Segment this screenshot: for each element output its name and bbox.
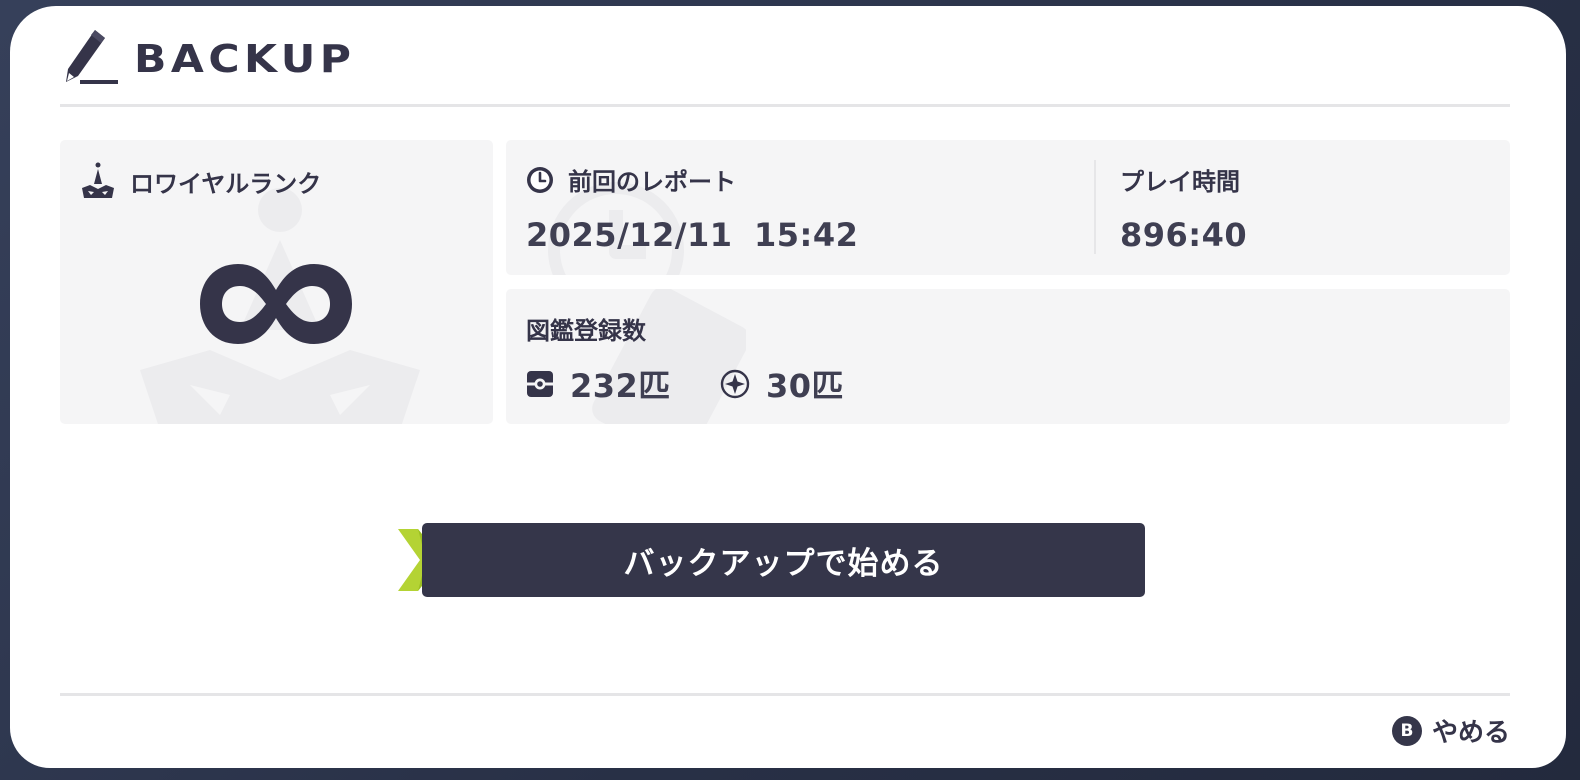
cancel-label: やめる xyxy=(1431,718,1510,748)
pokedex-icon xyxy=(527,371,553,397)
dialog-header: BACKUP xyxy=(60,24,351,94)
last-report-label: 前回のレポート xyxy=(568,168,736,196)
royal-rank-label: ロワイヤルランク xyxy=(130,169,322,198)
header-divider xyxy=(60,104,1510,107)
clock-icon xyxy=(527,166,553,193)
caught-count-value: 232匹 xyxy=(570,367,671,405)
playtime-heading: プレイ時間 xyxy=(1120,162,1240,197)
crown-icon xyxy=(82,162,114,198)
playtime-value: 896:40 xyxy=(1120,216,1248,254)
last-report-time: 15:42 xyxy=(754,216,859,254)
start-with-backup-label: バックアップで始める xyxy=(623,545,944,582)
royal-rank-panel: ロワイヤルランク xyxy=(60,140,493,424)
cancel-button[interactable]: B やめる xyxy=(1391,712,1510,749)
report-divider xyxy=(1094,160,1096,254)
start-with-backup-button[interactable]: バックアップで始める xyxy=(422,523,1145,597)
playtime-label: プレイ時間 xyxy=(1120,168,1240,196)
last-report-panel: 前回のレポート 2025/12/11 15:42 プレイ時間 896:40 xyxy=(506,140,1510,275)
pencil-icon xyxy=(66,30,118,84)
pokedex-label: 図鑑登録数 xyxy=(526,317,646,345)
pokedex-heading: 図鑑登録数 xyxy=(526,311,646,346)
sparkle-orb-icon xyxy=(720,369,750,399)
last-report-date: 2025/12/11 xyxy=(526,216,733,254)
b-button-icon: B xyxy=(1391,715,1422,746)
other-count-value: 30匹 xyxy=(766,367,845,405)
last-report-heading: 前回のレポート xyxy=(526,162,736,197)
royal-rank-heading: ロワイヤルランク xyxy=(80,162,321,200)
backup-dialog: BACKUP ロワイヤルランク 前回のレポート 2025/12/11 15:42… xyxy=(10,6,1566,768)
footer-divider xyxy=(60,693,1510,696)
dialog-title: BACKUP xyxy=(134,37,356,81)
caught-count: 232匹 xyxy=(526,361,671,407)
infinity-icon xyxy=(200,264,352,344)
other-count: 30匹 xyxy=(720,361,844,407)
pokedex-panel: 図鑑登録数 232匹 30匹 xyxy=(506,289,1510,424)
